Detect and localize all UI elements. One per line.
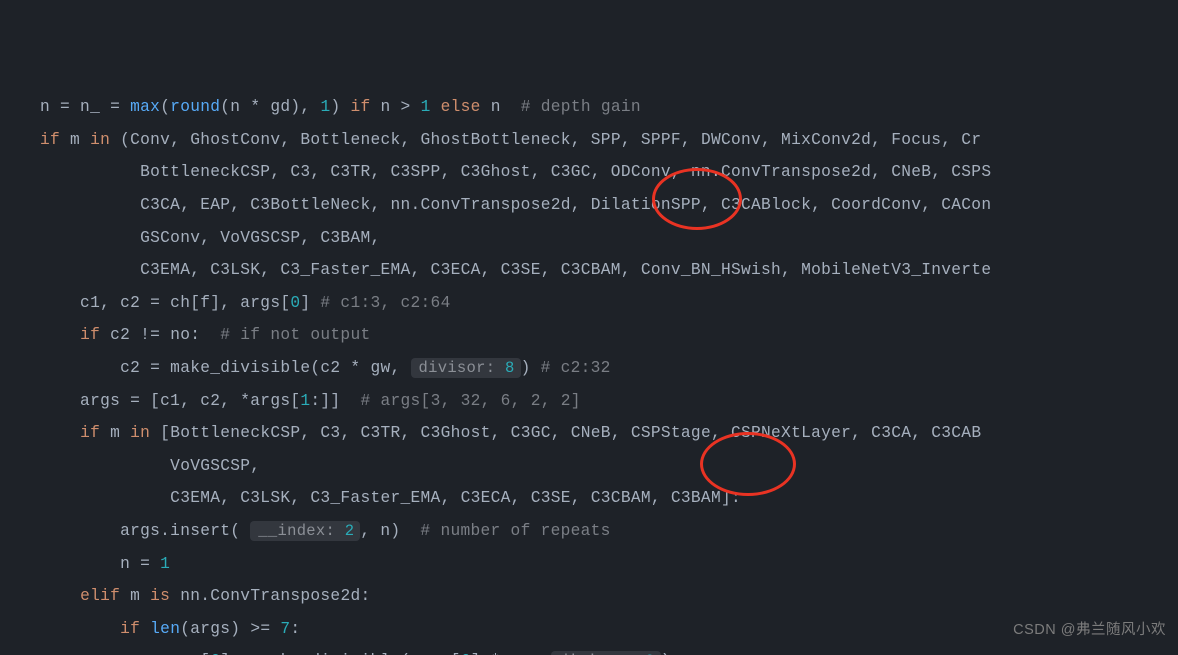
token-kw: if	[40, 131, 60, 149]
token-text: args = [c1, c2, *args[	[40, 392, 300, 410]
token-text	[40, 424, 80, 442]
code-line: C3EMA, C3LSK, C3_Faster_EMA, C3ECA, C3SE…	[40, 482, 1178, 515]
token-text: nn.ConvTranspose2d:	[170, 587, 370, 605]
token-text	[40, 620, 120, 638]
token-num: 1	[421, 98, 431, 116]
token-text: BottleneckCSP, C3, C3TR, C3SPP, C3Ghost,…	[40, 163, 991, 181]
token-kw: in	[90, 131, 110, 149]
code-line: GSConv, VoVGSCSP, C3BAM,	[40, 222, 1178, 255]
token-text: [BottleneckCSP, C3, C3TR, C3Ghost, C3GC,…	[150, 424, 981, 442]
code-line: c2 = make_divisible(c2 * gw, divisor: 8)…	[40, 352, 1178, 385]
token-text: ]	[300, 294, 320, 312]
token-text: (n * gd),	[220, 98, 320, 116]
token-text: n >	[371, 98, 421, 116]
token-cmt: # depth gain	[521, 98, 641, 116]
token-text: C3EMA, C3LSK, C3_Faster_EMA, C3ECA, C3SE…	[40, 261, 991, 279]
token-text: C3EMA, C3LSK, C3_Faster_EMA, C3ECA, C3SE…	[40, 489, 741, 507]
token-text: , n)	[360, 522, 420, 540]
token-num: 1	[320, 98, 330, 116]
token-text: :	[290, 620, 300, 638]
token-kw: if	[120, 620, 140, 638]
token-text: n	[481, 98, 521, 116]
token-text: (Conv, GhostConv, Bottleneck, GhostBottl…	[110, 131, 981, 149]
token-num: 1	[300, 392, 310, 410]
token-text: :]]	[310, 392, 360, 410]
code-line: if m in [BottleneckCSP, C3, C3TR, C3Ghos…	[40, 417, 1178, 450]
token-text: GSConv, VoVGSCSP, C3BAM,	[40, 229, 380, 247]
token-kw: if	[350, 98, 370, 116]
token-text: )	[521, 359, 541, 377]
token-text: (args) >=	[180, 620, 280, 638]
code-line: if len(args) >= 7:	[40, 613, 1178, 646]
token-cmt: # number of repeats	[420, 522, 610, 540]
code-line: c1, c2 = ch[f], args[0] # c1:3, c2:64	[40, 287, 1178, 320]
token-fn: max	[130, 98, 160, 116]
token-text: m	[120, 587, 150, 605]
token-kw: else	[441, 98, 481, 116]
token-text	[140, 620, 150, 638]
token-cmt: # c1:3, c2:64	[320, 294, 450, 312]
token-cmt: # c2:32	[541, 359, 611, 377]
token-text: )	[330, 98, 350, 116]
token-text: n = n_ =	[40, 98, 130, 116]
code-line: BottleneckCSP, C3, C3TR, C3SPP, C3Ghost,…	[40, 156, 1178, 189]
token-cmt: # args[3, 32, 6, 2, 2]	[360, 392, 580, 410]
code-line: n = 1	[40, 548, 1178, 581]
code-line: args.insert( __index: 2, n) # number of …	[40, 515, 1178, 548]
token-text: C3CA, EAP, C3BottleNeck, nn.ConvTranspos…	[40, 196, 991, 214]
code-line: VoVGSCSP,	[40, 450, 1178, 483]
inline-param-hint: divisor: 8	[551, 651, 661, 655]
token-text: c1, c2 = ch[f], args[	[40, 294, 290, 312]
code-line: C3EMA, C3LSK, C3_Faster_EMA, C3ECA, C3SE…	[40, 254, 1178, 287]
code-line: elif m is nn.ConvTranspose2d:	[40, 580, 1178, 613]
token-text	[40, 587, 80, 605]
code-line: if c2 != no: # if not output	[40, 319, 1178, 352]
code-line: args = [c1, c2, *args[1:]] # args[3, 32,…	[40, 385, 1178, 418]
token-text	[40, 326, 80, 344]
code-line: if m in (Conv, GhostConv, Bottleneck, Gh…	[40, 124, 1178, 157]
token-num: 1	[160, 555, 170, 573]
code-lines: n = n_ = max(round(n * gd), 1) if n > 1 …	[40, 91, 1178, 655]
code-line: args[6] = make_divisible(args[6] * gw, d…	[40, 645, 1178, 655]
token-text: args.insert(	[40, 522, 250, 540]
code-line: C3CA, EAP, C3BottleNeck, nn.ConvTranspos…	[40, 189, 1178, 222]
token-text: n =	[40, 555, 160, 573]
code-line: n = n_ = max(round(n * gd), 1) if n > 1 …	[40, 91, 1178, 124]
watermark-text: CSDN @弗兰随风小欢	[1013, 614, 1166, 647]
token-text: (	[160, 98, 170, 116]
token-num: 0	[290, 294, 300, 312]
token-kw: if	[80, 326, 100, 344]
token-text: VoVGSCSP,	[40, 457, 260, 475]
inline-param-hint: divisor: 8	[411, 358, 521, 378]
code-editor-viewport: n = n_ = max(round(n * gd), 1) if n > 1 …	[0, 0, 1178, 655]
token-text	[431, 98, 441, 116]
token-fn: len	[150, 620, 180, 638]
token-text: m	[100, 424, 130, 442]
inline-param-hint: __index: 2	[250, 521, 360, 541]
token-text: c2 != no:	[100, 326, 220, 344]
token-kw: if	[80, 424, 100, 442]
token-num: 7	[280, 620, 290, 638]
token-text: c2 = make_divisible(c2 * gw,	[40, 359, 411, 377]
token-cmt: # if not output	[220, 326, 370, 344]
token-kw: in	[130, 424, 150, 442]
token-text: m	[60, 131, 90, 149]
token-kw: elif	[80, 587, 120, 605]
token-fn: round	[170, 98, 220, 116]
token-kw: is	[150, 587, 170, 605]
